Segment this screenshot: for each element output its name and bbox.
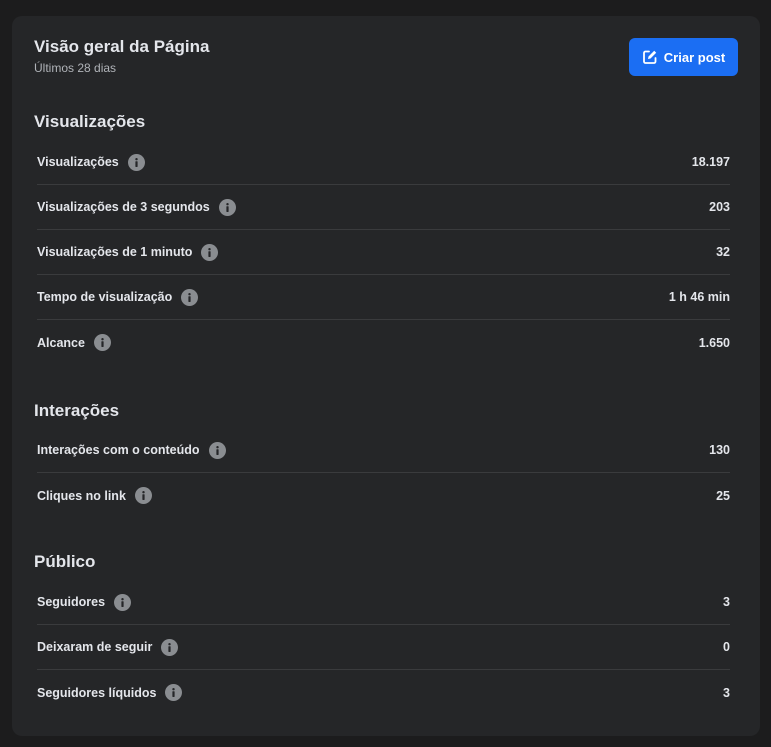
- page-title: Visão geral da Página: [34, 37, 210, 56]
- info-icon[interactable]: [165, 684, 183, 701]
- page-overview-card: Visão geral da Página Últimos 28 dias Cr…: [12, 16, 760, 736]
- edit-icon: [642, 49, 658, 65]
- metric-label: Cliques no link: [37, 488, 126, 503]
- metric-value: 3: [723, 595, 730, 609]
- metric-label: Interações com o conteúdo: [37, 443, 200, 457]
- metric-row-views: Visualizações 18.197: [37, 140, 730, 185]
- section-title-interactions: Interações: [34, 401, 120, 420]
- metric-value: 1 h 46 min: [668, 290, 730, 304]
- metric-row-3s-views: Visualizações de 3 segundos 203: [37, 185, 730, 230]
- metric-label: Seguidores líquidos: [37, 685, 157, 700]
- info-icon[interactable]: [93, 334, 111, 351]
- metric-value: 32: [716, 245, 730, 259]
- info-icon[interactable]: [161, 638, 179, 656]
- metric-row-followers: Seguidores 3: [37, 580, 730, 625]
- metric-value: 0: [723, 640, 730, 654]
- metric-label: Seguidores: [37, 595, 106, 609]
- date-range-label: Últimos 28 dias: [34, 61, 117, 75]
- metric-row-link-clicks: Cliques no link 25: [37, 473, 730, 518]
- metric-value: 203: [709, 200, 730, 214]
- section-title-audience: Público: [34, 552, 96, 571]
- metric-row-net-followers: Seguidores líquidos 3: [37, 670, 730, 715]
- metric-value: 18.197: [691, 155, 730, 169]
- info-icon[interactable]: [114, 593, 132, 611]
- metric-label: Alcance: [37, 335, 85, 350]
- info-icon[interactable]: [181, 288, 199, 306]
- metric-label: Visualizações de 1 minuto: [37, 245, 193, 259]
- metric-value: 130: [709, 443, 730, 457]
- metric-value: 25: [716, 488, 730, 503]
- metric-row-watch-time: Tempo de visualização 1 h 46 min: [37, 275, 730, 320]
- metric-row-content-interactions: Interações com o conteúdo 130: [37, 428, 730, 473]
- metric-row-1min-views: Visualizações de 1 minuto 32: [37, 230, 730, 275]
- metric-label: Visualizações: [37, 155, 119, 169]
- info-icon[interactable]: [201, 243, 219, 261]
- info-icon[interactable]: [127, 153, 145, 171]
- section-title-views: Visualizações: [34, 112, 146, 131]
- metric-value: 1.650: [698, 335, 730, 350]
- metric-row-unfollows: Deixaram de seguir 0: [37, 625, 730, 670]
- create-post-label: Criar post: [663, 49, 726, 65]
- metric-label: Tempo de visualização: [37, 290, 173, 304]
- metric-row-reach: Alcance 1.650: [37, 320, 730, 365]
- create-post-button[interactable]: Criar post: [629, 38, 738, 76]
- info-icon[interactable]: [218, 198, 236, 216]
- info-icon[interactable]: [208, 441, 226, 459]
- card-header: Visão geral da Página Últimos 28 dias: [34, 37, 209, 76]
- metric-label: Deixaram de seguir: [37, 640, 153, 654]
- metric-value: 3: [723, 685, 730, 700]
- metric-label: Visualizações de 3 segundos: [37, 200, 210, 214]
- info-icon[interactable]: [134, 487, 152, 504]
